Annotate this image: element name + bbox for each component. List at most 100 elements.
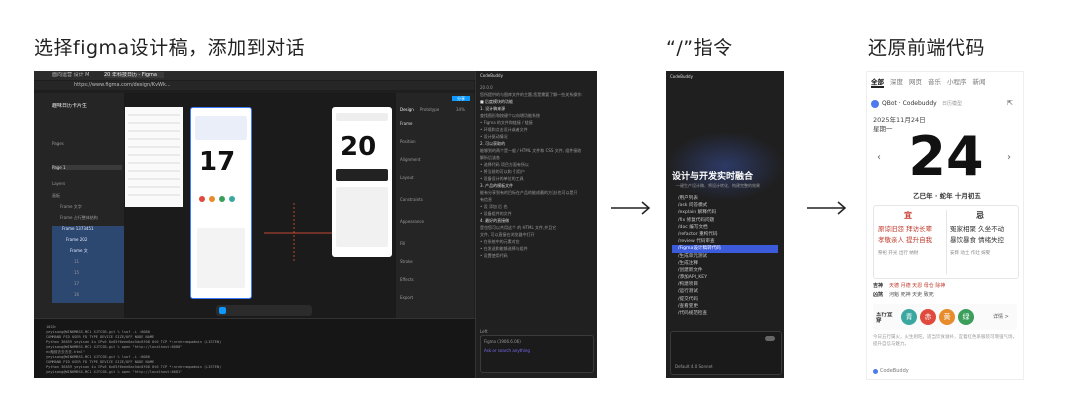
calendar-dark-strip xyxy=(336,169,388,181)
input-toggle[interactable] xyxy=(765,336,775,341)
property-section: Position xyxy=(400,139,416,144)
chat-line: • 设计驱动情况 xyxy=(480,134,508,139)
url-text: https://www.figma.com/design/KvWk... xyxy=(74,82,171,88)
bad-gods-items: 河魁 死神 天吏 致死 xyxy=(889,292,934,298)
lunar-date: 乙巳年 · 蛇年 十月初五 xyxy=(913,192,981,200)
wuxing-label: 五行宜穿 xyxy=(876,312,893,324)
calendar-frame-right[interactable]: 20 xyxy=(332,107,392,257)
command-item[interactable]: /explain 解释代码 xyxy=(672,209,778,216)
prev-day-icon[interactable]: ‹ xyxy=(877,152,881,163)
chat-messages: 20.0.0 您所提供的与图库文件的主题,您是需要了解一些关系操作: ■ 后度模… xyxy=(480,85,594,260)
wuxing-more-link[interactable]: 详情 > xyxy=(993,313,1009,320)
command-item[interactable]: /doc 编写文档 xyxy=(672,224,778,231)
layer-item[interactable]: 15 xyxy=(52,270,124,281)
step2-heading: “/”指令 xyxy=(666,37,733,59)
calendar-tab[interactable]: 小程序 xyxy=(947,78,967,86)
command-item[interactable]: /fix 修复代码问题 xyxy=(672,217,778,224)
command-item[interactable]: /生成注释 xyxy=(672,260,778,267)
url-bar[interactable]: https://www.figma.com/design/KvWk... xyxy=(34,81,474,90)
chat-line: 您所提供的与图库文件的主题,您是需要了解一些关系操作: xyxy=(480,92,583,97)
calendar-tab[interactable]: 新闻 xyxy=(973,78,986,86)
calendar-tab[interactable]: 网页 xyxy=(909,78,922,86)
ji-detail: 安葬 动土 作灶 嫁娶 xyxy=(950,251,991,256)
next-day-icon[interactable]: › xyxy=(1007,152,1011,163)
calendar-tab[interactable]: 全部 xyxy=(871,78,884,86)
ji-item: 情绪失控 xyxy=(978,236,1005,244)
chat-line: • 设备组件的文件 xyxy=(480,211,512,216)
layer-item[interactable]: Frame 文字 xyxy=(52,204,124,215)
chat-input-box[interactable]: Figma (1906.6.06) Ask or search anything xyxy=(480,335,594,373)
ji-list: 冤家相聚 久坐不动 暴饮暴食 情绪失控 xyxy=(950,224,1016,246)
chat-line: 能够到的两个是一般 / HTML 文件和 CSS 文件, 组件接收 xyxy=(480,148,582,153)
calendar-frame-left[interactable]: 17 xyxy=(190,107,252,299)
yi-ji-divider xyxy=(946,210,947,274)
layer-item[interactable]: 17 xyxy=(52,281,124,292)
chat-line: • 设 添加 后 也 xyxy=(480,204,508,209)
figma-window: 面向运营 设计 M 20 年科技日历 - Figma https://www.f… xyxy=(34,71,597,378)
command-item[interactable]: /运行测试 xyxy=(672,288,778,295)
command-item[interactable]: /用户列表 xyxy=(672,195,778,202)
calendar-chips xyxy=(197,192,245,222)
command-item[interactable]: /创建新文件 xyxy=(672,267,778,274)
property-section: Appearance xyxy=(400,219,425,224)
pages-label: Pages xyxy=(52,141,64,146)
tab-design[interactable]: Design xyxy=(400,107,414,112)
tab-prototype[interactable]: Prototype xyxy=(420,107,439,112)
calendar-tab[interactable]: 深度 xyxy=(890,78,903,86)
layer-item[interactable]: 16 xyxy=(52,292,124,303)
layer-list: 画板 Frame 文字 Frame 占行整体结构 Frame 1373451 F… xyxy=(52,193,124,303)
command-item[interactable]: /提交代码 xyxy=(672,296,778,303)
wuxing-card: 五行宜穿 青赤黄绿 详情 > xyxy=(873,304,1017,330)
command-item-highlighted[interactable]: /Figma设计稿转代码 xyxy=(672,245,778,253)
share-button[interactable]: 分享 xyxy=(452,96,470,101)
wuxing-dots: 青赤黄绿 xyxy=(901,309,991,325)
chat-line: • 选择代码 项目方面有所以 xyxy=(480,162,529,167)
command-panel: CodeBuddy 设计与开发实时融合 一键生产设计稿、将设计转化、构建完整的效… xyxy=(666,71,784,378)
chat-line: 是也您可以共用这个 的 HTML 文件,并且它 xyxy=(480,225,557,230)
share-icon[interactable]: ⇱ xyxy=(1007,99,1013,107)
property-section: Alignment xyxy=(400,157,421,162)
banner: 设计与开发实时融合 一键生产设计稿、将设计转化、构建完整的效果 xyxy=(666,131,784,201)
model-chip[interactable]: Default 4.0 Sonnet xyxy=(675,364,713,369)
layer-item[interactable]: 11 xyxy=(52,259,124,270)
command-input-box[interactable]: Default 4.0 Sonnet xyxy=(670,331,782,375)
ji-label: 忌 xyxy=(976,211,984,220)
terminal-lines: 1020: yeyisang@WIN6MBSS-MC1 XJTCSB-git %… xyxy=(46,325,466,375)
footer-logo-icon xyxy=(873,369,878,374)
page-1-item[interactable]: Page 1 xyxy=(52,165,122,170)
chat-line: 2. 可以获取的 xyxy=(480,141,506,146)
chat-header: CodeBuddy xyxy=(480,73,503,78)
command-item[interactable]: /添加API_KEY xyxy=(672,274,778,281)
chat-line: ■ 后度模块的功能 xyxy=(480,99,514,104)
tip-text: 今日五行属火，火生则旺，适当饮食滋补，宜着红色系服装可增强气场，提升自信与魅力。 xyxy=(873,335,1017,347)
canvas-toolbar[interactable] xyxy=(216,305,312,316)
command-item[interactable]: /构建项目 xyxy=(672,281,778,288)
design-canvas[interactable]: 17 20 xyxy=(124,93,396,318)
browser-tab[interactable]: 面向运营 设计 M xyxy=(52,72,92,78)
chat-line: • 设备设计的单位的工具 xyxy=(480,176,524,181)
layer-item-selected[interactable]: Frame 1373451 xyxy=(52,226,124,237)
command-item[interactable]: /refactor 重构代码 xyxy=(672,231,778,238)
layer-item[interactable]: Frame 文 xyxy=(52,248,124,259)
chat-line: 1. 设计稿来源 xyxy=(480,106,506,111)
arrow-right-icon xyxy=(611,201,651,215)
command-item[interactable]: /查看变更 xyxy=(672,303,778,310)
figma-attachment-chip[interactable]: Figma (1906.6.06) xyxy=(484,339,521,344)
layer-item[interactable]: Frame 202 xyxy=(52,237,124,248)
calendar-top-bar xyxy=(336,113,388,121)
layer-item[interactable]: Frame 占行整体结构 xyxy=(52,215,124,226)
layer-item[interactable]: 画板 xyxy=(52,193,124,204)
command-item[interactable]: /生成单元测试 xyxy=(672,253,778,260)
calendar-tab[interactable]: 音乐 xyxy=(928,78,941,86)
zoom-level[interactable]: 34% xyxy=(456,107,465,112)
terminal: 1020: yeyisang@WIN6MBSS-MC1 XJTCSB-git %… xyxy=(34,318,475,378)
ji-item: 冤家相聚 xyxy=(950,225,976,233)
command-item[interactable]: /代码规范检查 xyxy=(672,310,778,317)
property-section: Layout xyxy=(400,175,414,180)
browser-tab-active[interactable]: 20 年科技日历 - Figma xyxy=(104,72,164,78)
command-item[interactable]: /ask 问答模式 xyxy=(672,202,778,209)
banner-subtitle: 一键生产设计稿、将设计转化、构建完整的效果 xyxy=(676,183,760,188)
layers-label: Layers xyxy=(52,181,66,186)
move-tool-icon[interactable] xyxy=(219,307,226,314)
command-item[interactable]: /review 代码审查 xyxy=(672,238,778,245)
